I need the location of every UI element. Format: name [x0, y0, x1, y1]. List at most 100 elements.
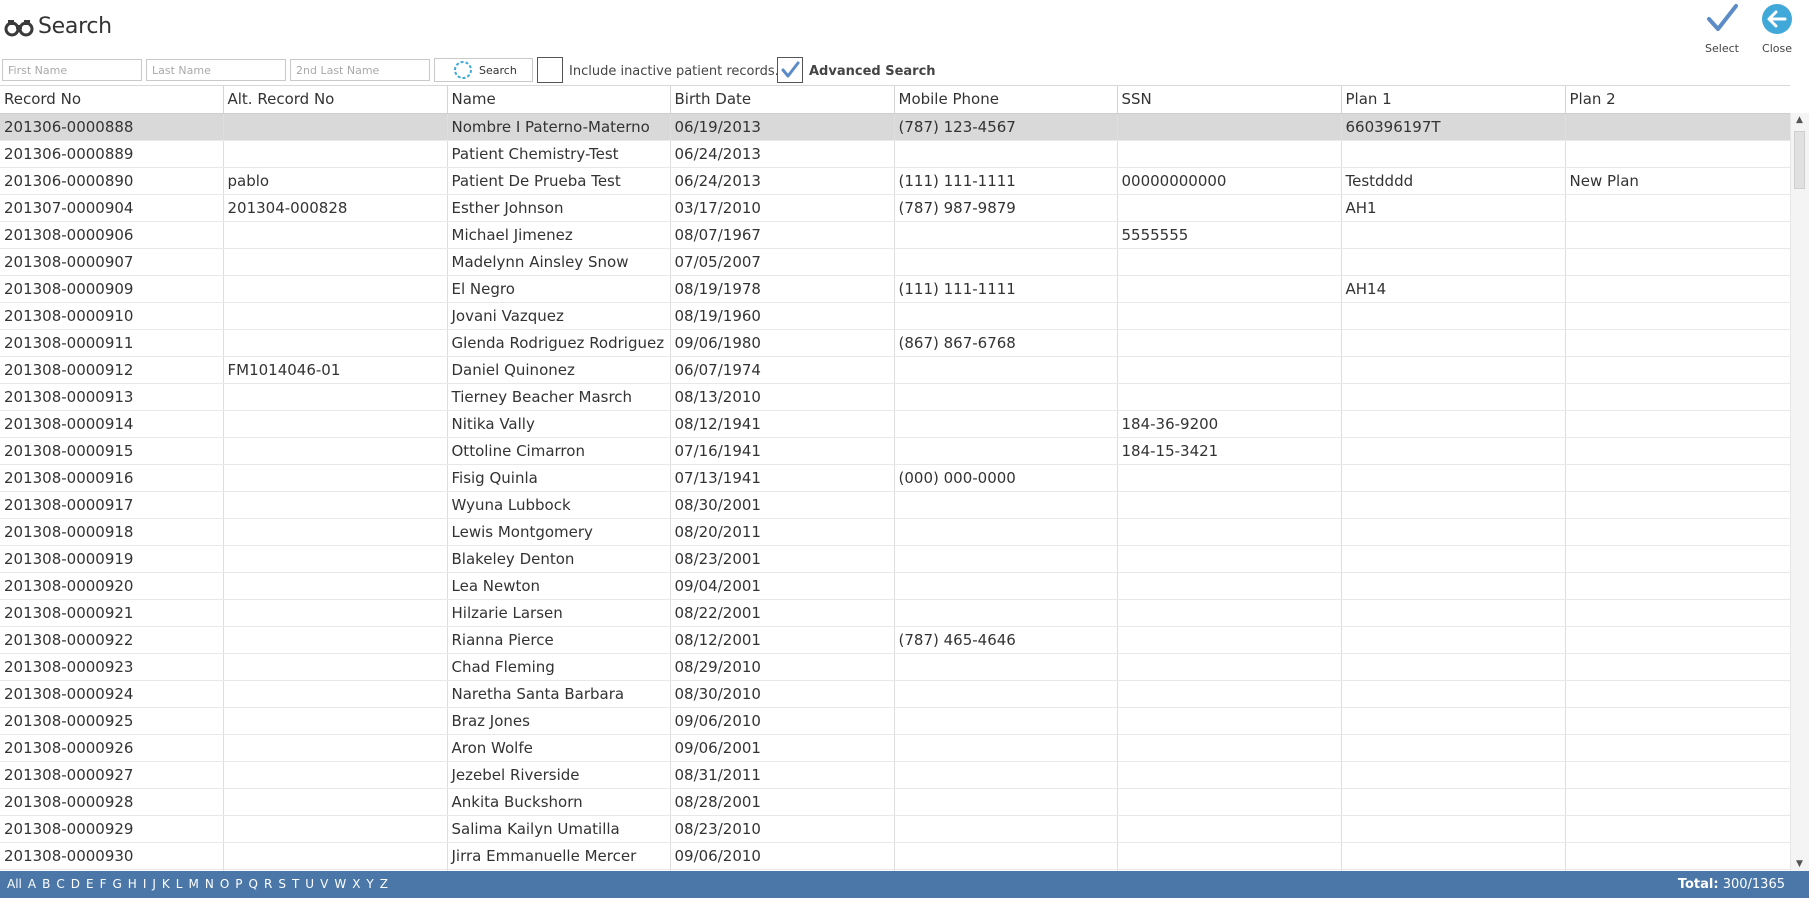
alphabet-filter-letter[interactable]: J [149, 877, 159, 891]
column-header[interactable]: SSN [1117, 86, 1342, 114]
table-row[interactable]: 201308-0000920 Lea Newton 09/04/2001 [0, 572, 1790, 600]
table-row[interactable]: 201308-0000922 Rianna Pierce 08/12/2001 (78… [0, 626, 1790, 654]
table-row[interactable]: 201308-0000909 El Negro 08/19/1978 (111) 11… [0, 275, 1790, 303]
column-header[interactable]: Mobile Phone [894, 86, 1118, 114]
table-row[interactable]: 201308-0000912 FM1014046-01 Daniel Quinone… [0, 356, 1790, 384]
table-row[interactable]: 201308-0000927 Jezebel Riverside 08/31/201… [0, 761, 1790, 789]
table-cell: 201308-0000906 [0, 221, 224, 249]
table-cell [1341, 545, 1566, 573]
table-cell: 08/29/2010 [670, 653, 895, 681]
column-header[interactable]: Birth Date [670, 86, 895, 114]
table-row[interactable]: 201308-0000929 Salima Kailyn Umatilla 08/2… [0, 815, 1790, 843]
table-cell: (787) 987-9879 [894, 194, 1118, 222]
alphabet-filter-letter[interactable]: N [202, 877, 217, 891]
alphabet-filter-letter[interactable]: K [159, 877, 173, 891]
table-cell: 201308-0000923 [0, 653, 224, 681]
table-cell [223, 572, 448, 600]
table-cell: Naretha Santa Barbara [447, 680, 671, 708]
alphabet-filter-letter[interactable]: I [140, 877, 150, 891]
close-button[interactable]: Close [1752, 2, 1802, 55]
table-row[interactable]: 201306-0000890 pablo Patient De Prueba Tes… [0, 167, 1790, 195]
table-row[interactable]: 201308-0000930 Jirra Emmanuelle Mercer 09/… [0, 842, 1790, 870]
table-row[interactable]: 201308-0000917 Wyuna Lubbock 08/30/2001 [0, 491, 1790, 519]
table-row[interactable]: 201308-0000910 Jovani Vazquez 08/19/1960 [0, 302, 1790, 330]
table-row[interactable]: 201308-0000926 Aron Wolfe 09/06/2001 [0, 734, 1790, 762]
alphabet-filter-letter[interactable]: Y [363, 877, 376, 891]
column-header[interactable]: Record No [0, 86, 224, 114]
table-cell [1565, 140, 1790, 168]
alphabet-filter-letter[interactable]: R [261, 877, 275, 891]
table-cell: Salima Kailyn Umatilla [447, 815, 671, 843]
alphabet-filter-letter[interactable]: W [331, 877, 349, 891]
search-button[interactable]: Search [434, 58, 533, 82]
alphabet-filter-letter[interactable]: M [185, 877, 201, 891]
table-row[interactable]: 201308-0000916 Fisig Quinla 07/13/1941 (000… [0, 464, 1790, 492]
scroll-thumb[interactable] [1794, 131, 1805, 189]
table-row[interactable]: 201308-0000907 Madelynn Ainsley Snow 07/05… [0, 248, 1790, 276]
table-cell [1341, 653, 1566, 681]
table-cell [1341, 248, 1566, 276]
table-row[interactable]: 201306-0000889 Patient Chemistry-Test 06/2… [0, 140, 1790, 168]
table-row[interactable]: 201308-0000911 Glenda Rodriguez Rodriguez… [0, 329, 1790, 357]
table-cell: Jovani Vazquez [447, 302, 671, 330]
alphabet-filter-letter[interactable]: H [125, 877, 140, 891]
vertical-scrollbar[interactable]: ▲ ▼ [1790, 113, 1809, 871]
alphabet-filter-letter[interactable]: V [317, 877, 331, 891]
alphabet-filter-letter[interactable]: O [217, 877, 232, 891]
table-cell [894, 410, 1118, 438]
alphabet-filter-letter[interactable]: A [25, 877, 39, 891]
alphabet-filter-letter[interactable]: P [232, 877, 245, 891]
table-cell [1565, 788, 1790, 816]
alphabet-filter-letter[interactable]: S [275, 877, 289, 891]
table-row[interactable]: 201308-0000919 Blakeley Denton 08/23/2001 [0, 545, 1790, 573]
table-cell: 09/06/2001 [670, 734, 895, 762]
table-row[interactable]: 201308-0000924 Naretha Santa Barbara 08/30… [0, 680, 1790, 708]
include-inactive-checkbox[interactable] [537, 57, 563, 83]
table-row[interactable]: 201308-0000915 Ottoline Cimarron 07/16/194… [0, 437, 1790, 465]
table-cell [1565, 653, 1790, 681]
column-header[interactable]: Alt. Record No [223, 86, 448, 114]
table-cell [1565, 842, 1790, 870]
alphabet-filter-letter[interactable]: Z [377, 877, 391, 891]
second-last-name-input[interactable] [290, 59, 430, 81]
alphabet-filter-letter[interactable]: X [349, 877, 363, 891]
table-row[interactable]: 201307-0000904 201304-000828 Esther Johnso… [0, 194, 1790, 222]
table-cell: 201308-0000909 [0, 275, 224, 303]
table-row[interactable]: 201308-0000928 Ankita Buckshorn 08/28/2001 [0, 788, 1790, 816]
table-cell [223, 140, 448, 168]
alphabet-filter-letter[interactable]: L [173, 877, 186, 891]
scroll-down-arrow-icon[interactable]: ▼ [1796, 859, 1803, 869]
table-cell [1341, 329, 1566, 357]
last-name-input[interactable] [146, 59, 286, 81]
table-row[interactable]: 201308-0000923 Chad Fleming 08/29/2010 [0, 653, 1790, 681]
alphabet-filter-letter[interactable]: F [97, 877, 110, 891]
table-row[interactable]: 201308-0000913 Tierney Beacher Masrch 08/1… [0, 383, 1790, 411]
table-row[interactable]: 201308-0000921 Hilzarie Larsen 08/22/2001 [0, 599, 1790, 627]
scroll-up-arrow-icon[interactable]: ▲ [1796, 115, 1803, 125]
advanced-search-checkbox[interactable] [777, 57, 803, 83]
select-button[interactable]: Select [1697, 2, 1747, 55]
column-header[interactable]: Plan 1 [1341, 86, 1566, 114]
alphabet-filter-letter[interactable]: U [302, 877, 317, 891]
table-row[interactable]: 201306-0000888 Nombre I Paterno-Materno 06… [0, 113, 1790, 141]
table-cell: Aron Wolfe [447, 734, 671, 762]
alphabet-filter-letter[interactable]: Q [246, 877, 261, 891]
table-cell: Esther Johnson [447, 194, 671, 222]
first-name-input[interactable] [2, 59, 142, 81]
column-header[interactable]: Plan 2 [1565, 86, 1790, 114]
table-row[interactable]: 201308-0000906 Michael Jimenez 08/07/1967 5… [0, 221, 1790, 249]
alphabet-filter-letter[interactable]: T [289, 877, 302, 891]
table-row[interactable]: 201308-0000914 Nitika Vally 08/12/1941 184-… [0, 410, 1790, 438]
table-row[interactable]: 201308-0000925 Braz Jones 09/06/2010 [0, 707, 1790, 735]
alphabet-filter-letter[interactable]: E [83, 877, 97, 891]
alphabet-filter-letter[interactable]: All [4, 877, 25, 891]
table-cell [223, 275, 448, 303]
alphabet-filter-letter[interactable]: C [53, 877, 67, 891]
alphabet-filter-letter[interactable]: B [39, 877, 53, 891]
table-row[interactable]: 201308-0000918 Lewis Montgomery 08/20/2011 [0, 518, 1790, 546]
alphabet-filter-letter[interactable]: D [68, 877, 83, 891]
table-cell [1341, 761, 1566, 789]
table-cell: (867) 867-6768 [894, 329, 1118, 357]
column-header[interactable]: Name [447, 86, 671, 114]
alphabet-filter-letter[interactable]: G [109, 877, 124, 891]
